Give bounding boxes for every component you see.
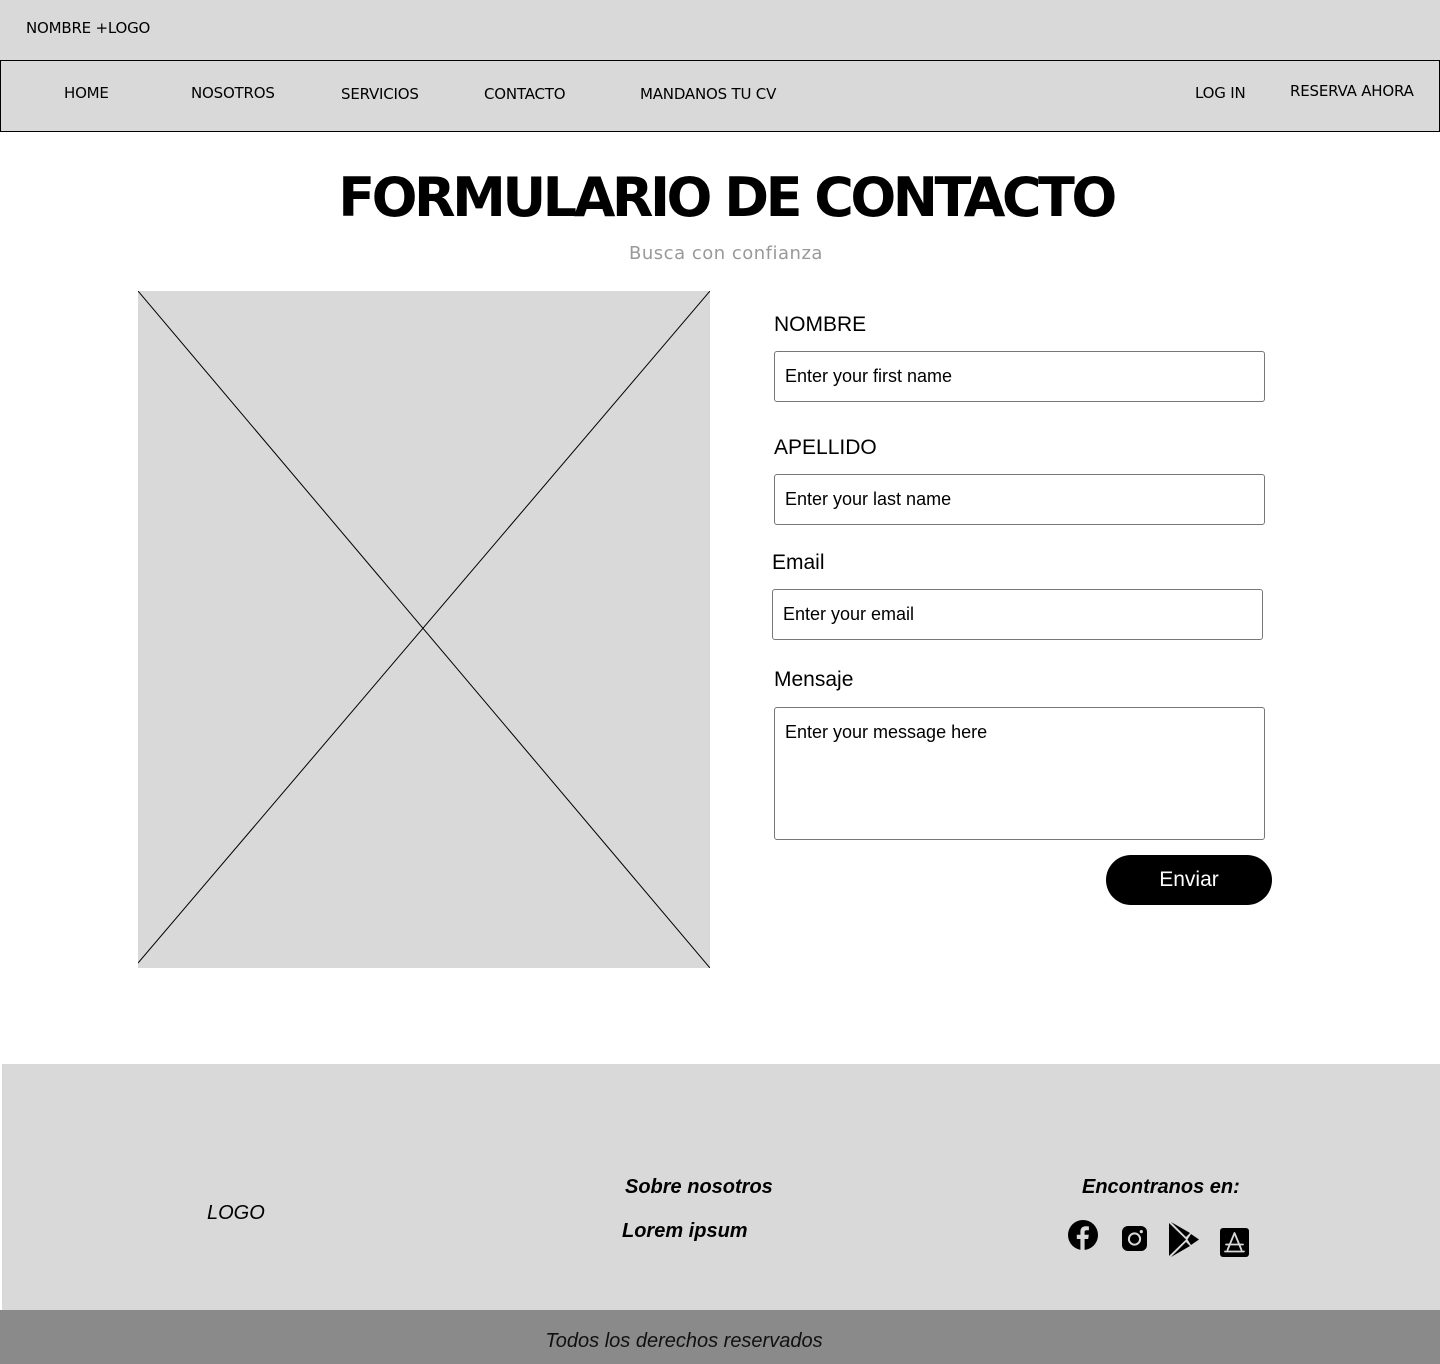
page-title: FORMULARIO DE CONTACTO	[338, 166, 1117, 229]
footer-social-title: Encontranos en:	[1082, 1176, 1240, 1198]
email-input[interactable]	[772, 589, 1263, 640]
nav-login[interactable]: LOG IN	[1195, 84, 1246, 102]
footer-logo: LOGO	[207, 1202, 265, 1224]
mensaje-label: Mensaje	[774, 668, 854, 691]
nav-servicios[interactable]: SERVICIOS	[341, 85, 419, 103]
nav-home[interactable]: HOME	[64, 84, 109, 102]
bottom-bar: Todos los derechos reservados	[0, 1310, 1440, 1364]
facebook-icon[interactable]	[1068, 1220, 1098, 1255]
email-label: Email	[772, 551, 825, 574]
footer-about-text: Lorem ipsum	[622, 1220, 748, 1242]
instagram-icon[interactable]	[1122, 1226, 1147, 1256]
copyright-text: Todos los derechos reservados	[545, 1330, 823, 1352]
apellido-label: APELLIDO	[774, 436, 877, 459]
nombre-label: NOMBRE	[774, 313, 867, 336]
brand-logo[interactable]: NOMBRE +LOGO	[26, 19, 150, 37]
last-name-input[interactable]	[774, 474, 1265, 525]
nav-contacto[interactable]: CONTACTO	[484, 85, 566, 103]
image-placeholder	[138, 291, 710, 968]
nav-mandanos-cv[interactable]: MANDANOS TU CV	[640, 85, 776, 103]
google-play-icon[interactable]	[1168, 1222, 1200, 1262]
top-header: NOMBRE +LOGO	[0, 0, 1440, 60]
nav-reserva-ahora[interactable]: RESERVA AHORA	[1290, 82, 1414, 100]
main-nav: HOME NOSOTROS SERVICIOS CONTACTO MANDANO…	[0, 60, 1440, 132]
submit-button[interactable]: Enviar	[1106, 855, 1272, 905]
nav-nosotros[interactable]: NOSOTROS	[191, 84, 275, 102]
page-subtitle: Busca con confianza	[629, 243, 823, 264]
footer-about-title[interactable]: Sobre nosotros	[625, 1176, 773, 1199]
app-store-icon[interactable]	[1220, 1228, 1249, 1262]
footer: LOGO Sobre nosotros Lorem ipsum Encontra…	[2, 1064, 1440, 1310]
placeholder-cross-icon	[138, 291, 710, 968]
message-textarea[interactable]	[774, 707, 1265, 840]
first-name-input[interactable]	[774, 351, 1265, 402]
